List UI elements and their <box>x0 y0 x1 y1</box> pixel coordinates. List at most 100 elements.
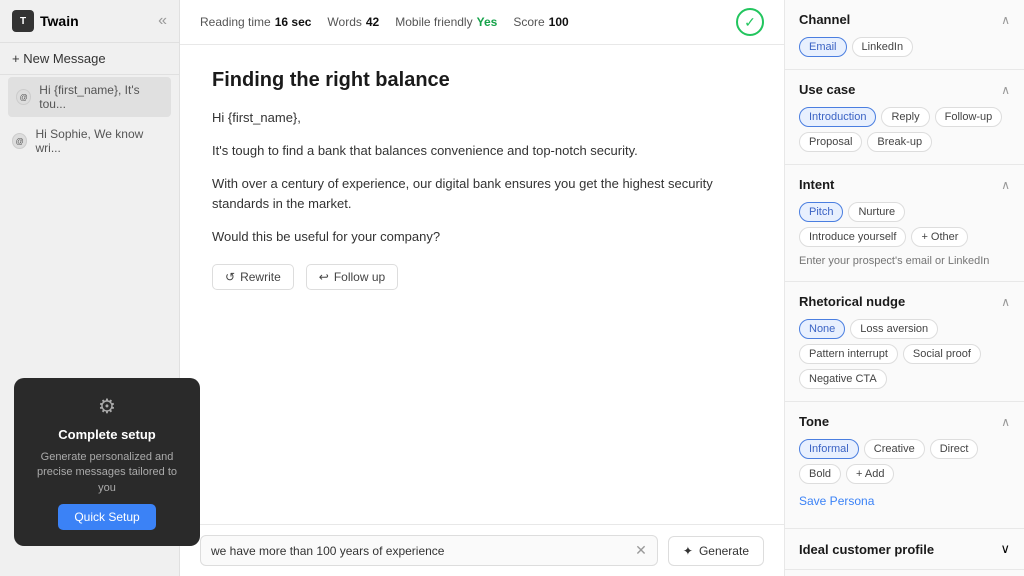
use-case-tag-break-up[interactable]: Break-up <box>867 132 932 152</box>
rewrite-icon: ↺ <box>225 270 235 284</box>
tone-tag-add[interactable]: + Add <box>846 464 894 484</box>
mobile-stat: Mobile friendly Yes <box>395 15 497 29</box>
channel-tag-email[interactable]: Email <box>799 37 847 57</box>
intent-tag-pitch[interactable]: Pitch <box>799 202 843 222</box>
app-name: Twain <box>40 13 79 29</box>
follow-up-icon: ↩ <box>319 270 329 284</box>
channel-header[interactable]: Channel ∧ <box>799 12 1010 27</box>
sidebar-item-label-1: Hi {first_name}, It's tou... <box>39 83 163 111</box>
check-icon: ✓ <box>736 8 764 36</box>
tone-header[interactable]: Tone ∧ <box>799 414 1010 429</box>
tone-title: Tone <box>799 414 829 429</box>
tone-tag-informal[interactable]: Informal <box>799 439 859 459</box>
tone-chevron-icon: ∧ <box>1001 415 1010 429</box>
use-case-header[interactable]: Use case ∧ <box>799 82 1010 97</box>
quick-setup-button[interactable]: Quick Setup <box>58 504 155 530</box>
use-case-chevron-icon: ∧ <box>1001 83 1010 97</box>
avatar-1: @ <box>16 89 31 105</box>
nudge-tag-negative-cta[interactable]: Negative CTA <box>799 369 887 389</box>
doc-paragraph-3: With over a century of experience, our d… <box>212 174 752 216</box>
tone-tag-bold[interactable]: Bold <box>799 464 841 484</box>
problem-row[interactable]: Problem ∨ <box>785 570 1024 576</box>
score-value: 100 <box>549 15 569 29</box>
use-case-tags: Introduction Reply Follow-up Proposal Br… <box>799 107 1010 152</box>
rewrite-button[interactable]: ↺ Rewrite <box>212 264 294 290</box>
avatar-2: @ <box>12 133 27 149</box>
use-case-tag-proposal[interactable]: Proposal <box>799 132 862 152</box>
rhetorical-nudge-tags: None Loss aversion Pattern interrupt Soc… <box>799 319 1010 389</box>
nudge-tag-pattern-interrupt[interactable]: Pattern interrupt <box>799 344 898 364</box>
score-label: Score <box>513 15 544 29</box>
clear-input-icon[interactable]: ✕ <box>635 542 647 559</box>
intent-tag-introduce[interactable]: Introduce yourself <box>799 227 906 247</box>
ideal-customer-chevron-icon: ∨ <box>1000 541 1010 557</box>
follow-up-button[interactable]: ↩ Follow up <box>306 264 398 290</box>
logo-icon: T <box>12 10 34 32</box>
intent-tags: Pitch Nurture Introduce yourself + Other <box>799 202 1010 247</box>
words-value: 42 <box>366 15 379 29</box>
doc-paragraph-2: It's tough to find a bank that balances … <box>212 141 752 162</box>
generate-button[interactable]: ✦ Generate <box>668 536 764 566</box>
intent-title: Intent <box>799 177 834 192</box>
setup-gear-icon: ⚙ <box>98 394 116 419</box>
rhetorical-nudge-header[interactable]: Rhetorical nudge ∧ <box>799 294 1010 309</box>
generate-icon: ✦ <box>683 544 693 558</box>
tone-tag-direct[interactable]: Direct <box>930 439 979 459</box>
intent-header[interactable]: Intent ∧ <box>799 177 1010 192</box>
nudge-tag-social-proof[interactable]: Social proof <box>903 344 981 364</box>
tone-tags: Informal Creative Direct Bold + Add <box>799 439 1010 484</box>
use-case-tag-introduction[interactable]: Introduction <box>799 107 876 127</box>
sidebar-item-message-1[interactable]: @ Hi {first_name}, It's tou... <box>8 77 171 117</box>
tone-section: Tone ∧ Informal Creative Direct Bold + A… <box>785 402 1024 529</box>
tone-tag-creative[interactable]: Creative <box>864 439 925 459</box>
sidebar-logo: T Twain <box>12 10 79 32</box>
setup-title: Complete setup <box>58 427 156 442</box>
context-input-wrapper: ✕ <box>200 535 658 566</box>
rewrite-label: Rewrite <box>240 270 281 284</box>
nudge-tag-none[interactable]: None <box>799 319 845 339</box>
sidebar-item-label-2: Hi Sophie, We know wri... <box>35 127 167 155</box>
words-label: Words <box>327 15 361 29</box>
ideal-customer-row[interactable]: Ideal customer profile ∨ <box>785 529 1024 570</box>
setup-description: Generate personalized and precise messag… <box>30 450 184 496</box>
follow-up-label: Follow up <box>334 270 385 284</box>
new-message-label: + New Message <box>12 51 106 66</box>
context-input[interactable] <box>211 544 635 558</box>
generate-label: Generate <box>699 544 749 558</box>
intent-section: Intent ∧ Pitch Nurture Introduce yoursel… <box>785 165 1024 282</box>
setup-tooltip: ⚙ Complete setup Generate personalized a… <box>14 378 200 546</box>
prospect-input[interactable] <box>799 253 1010 269</box>
rhetorical-nudge-chevron-icon: ∧ <box>1001 295 1010 309</box>
channel-section: Channel ∧ Email LinkedIn <box>785 0 1024 70</box>
main-content: Reading time 16 sec Words 42 Mobile frie… <box>180 0 784 576</box>
document-title: Finding the right balance <box>212 69 752 92</box>
score-stat: Score 100 <box>513 15 568 29</box>
intent-chevron-icon: ∧ <box>1001 178 1010 192</box>
reading-time-label: Reading time <box>200 15 271 29</box>
document-area: Finding the right balance Hi {first_name… <box>180 45 784 524</box>
right-panel: Channel ∧ Email LinkedIn Use case ∧ Intr… <box>784 0 1024 576</box>
document-body: Hi {first_name}, It's tough to find a ba… <box>212 108 752 248</box>
intent-tag-other[interactable]: + Other <box>911 227 968 247</box>
reading-time-stat: Reading time 16 sec <box>200 15 311 29</box>
channel-tags: Email LinkedIn <box>799 37 1010 57</box>
doc-paragraph-1: Hi {first_name}, <box>212 108 752 129</box>
ideal-customer-label: Ideal customer profile <box>799 542 934 557</box>
new-message-button[interactable]: + New Message <box>0 43 179 75</box>
channel-chevron-icon: ∧ <box>1001 13 1010 27</box>
channel-tag-linkedin[interactable]: LinkedIn <box>852 37 914 57</box>
save-persona-link[interactable]: Save Persona <box>799 494 1010 508</box>
use-case-tag-reply[interactable]: Reply <box>881 107 929 127</box>
rhetorical-nudge-title: Rhetorical nudge <box>799 294 905 309</box>
mobile-value: Yes <box>477 15 498 29</box>
intent-tag-nurture[interactable]: Nurture <box>848 202 905 222</box>
use-case-tag-follow-up[interactable]: Follow-up <box>935 107 1003 127</box>
mobile-label: Mobile friendly <box>395 15 472 29</box>
sidebar-item-message-2[interactable]: @ Hi Sophie, We know wri... <box>0 119 179 163</box>
use-case-section: Use case ∧ Introduction Reply Follow-up … <box>785 70 1024 165</box>
nudge-tag-loss-aversion[interactable]: Loss aversion <box>850 319 938 339</box>
channel-title: Channel <box>799 12 850 27</box>
reading-time-value: 16 sec <box>275 15 312 29</box>
collapse-icon[interactable]: « <box>158 12 167 30</box>
top-bar: Reading time 16 sec Words 42 Mobile frie… <box>180 0 784 45</box>
